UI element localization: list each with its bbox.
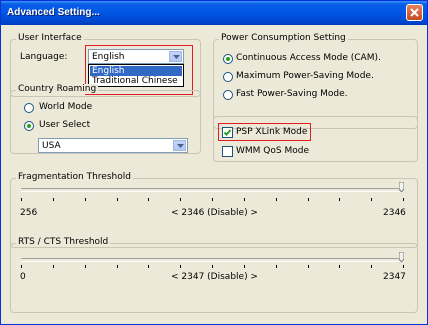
fragmentation-current-value: < 2346 (Disable) >	[171, 208, 258, 218]
rts-cts-current-value: < 2347 (Disable) >	[171, 272, 258, 282]
country-select-value: USA	[42, 141, 61, 151]
country-dropdown-button[interactable]	[173, 140, 186, 151]
fragmentation-max-label: 2346	[383, 208, 406, 218]
slider-tick	[117, 265, 118, 268]
slider-tick	[148, 198, 149, 201]
psp-xlink-label: PSP XLink Mode	[236, 127, 308, 137]
user-select-label: User Select	[39, 120, 91, 130]
language-dropdown-list: English Traditional Chinese	[88, 64, 184, 87]
slider-tick	[244, 198, 245, 201]
user-select-radio[interactable]	[24, 121, 34, 131]
rts-cts-threshold-title: RTS / CTS Threshold	[16, 237, 111, 247]
fragmentation-slider-track[interactable]	[21, 188, 404, 192]
cam-radio[interactable]	[223, 54, 233, 64]
checkmark-icon	[223, 129, 232, 136]
language-option-traditional-chinese[interactable]: Traditional Chinese	[90, 76, 182, 86]
slider-tick	[21, 198, 22, 201]
fragmentation-min-label: 256	[20, 208, 38, 218]
slider-tick	[244, 265, 245, 268]
slider-tick	[308, 198, 309, 201]
slider-tick	[148, 265, 149, 268]
world-mode-radio[interactable]	[24, 103, 34, 113]
slider-tick	[53, 265, 54, 268]
advanced-setting-window: Advanced Setting... User Interface Langu…	[0, 0, 428, 325]
fragmentation-threshold-title: Fragmentation Threshold	[16, 172, 133, 182]
rts-cts-max-label: 2347	[383, 272, 406, 282]
close-button[interactable]	[406, 4, 423, 21]
chevron-down-icon	[177, 144, 184, 148]
language-select[interactable]: English	[88, 49, 184, 64]
slider-tick	[85, 198, 86, 201]
chevron-down-icon	[173, 55, 180, 59]
country-select[interactable]: USA	[38, 138, 188, 153]
slider-tick	[53, 198, 54, 201]
rts-cts-slider-track[interactable]	[21, 258, 404, 262]
slider-tick	[276, 265, 277, 268]
slider-tick	[117, 198, 118, 201]
wmm-qos-label: WMM QoS Mode	[236, 146, 309, 156]
slider-tick	[339, 198, 340, 201]
slider-tick	[403, 198, 404, 201]
slider-tick	[180, 198, 181, 201]
wmm-qos-checkbox[interactable]	[222, 146, 233, 157]
dialog-body: User Interface Language: English English…	[1, 25, 427, 324]
rts-cts-slider-thumb[interactable]	[399, 252, 404, 262]
psp-xlink-checkbox[interactable]	[222, 127, 233, 138]
close-icon	[410, 8, 419, 17]
max-power-saving-label: Maximum Power-Saving Mode.	[236, 71, 374, 81]
slider-tick	[276, 198, 277, 201]
language-option-english[interactable]: English	[90, 66, 182, 76]
slider-tick	[212, 265, 213, 268]
slider-tick	[403, 265, 404, 268]
power-consumption-title: Power Consumption Setting	[219, 33, 348, 43]
language-label: Language:	[20, 52, 68, 62]
max-power-saving-radio[interactable]	[223, 72, 233, 82]
world-mode-label: World Mode	[39, 102, 93, 112]
slider-tick	[308, 265, 309, 268]
fragmentation-slider-thumb[interactable]	[399, 182, 404, 192]
cam-label: Continuous Access Mode (CAM).	[236, 53, 381, 63]
window-title: Advanced Setting...	[7, 7, 100, 18]
slider-tick	[180, 265, 181, 268]
user-interface-title: User Interface	[16, 33, 84, 43]
fast-power-saving-radio[interactable]	[223, 90, 233, 100]
country-roaming-title: Country Roaming	[16, 84, 99, 94]
slider-tick	[371, 198, 372, 201]
slider-tick	[339, 265, 340, 268]
slider-tick	[212, 198, 213, 201]
language-dropdown-button[interactable]	[169, 51, 182, 62]
slider-tick	[85, 265, 86, 268]
slider-tick	[21, 265, 22, 268]
rts-cts-min-label: 0	[20, 272, 26, 282]
title-bar[interactable]: Advanced Setting...	[1, 1, 427, 25]
slider-tick	[371, 265, 372, 268]
fast-power-saving-label: Fast Power-Saving Mode.	[236, 89, 348, 99]
language-select-value: English	[92, 52, 125, 62]
